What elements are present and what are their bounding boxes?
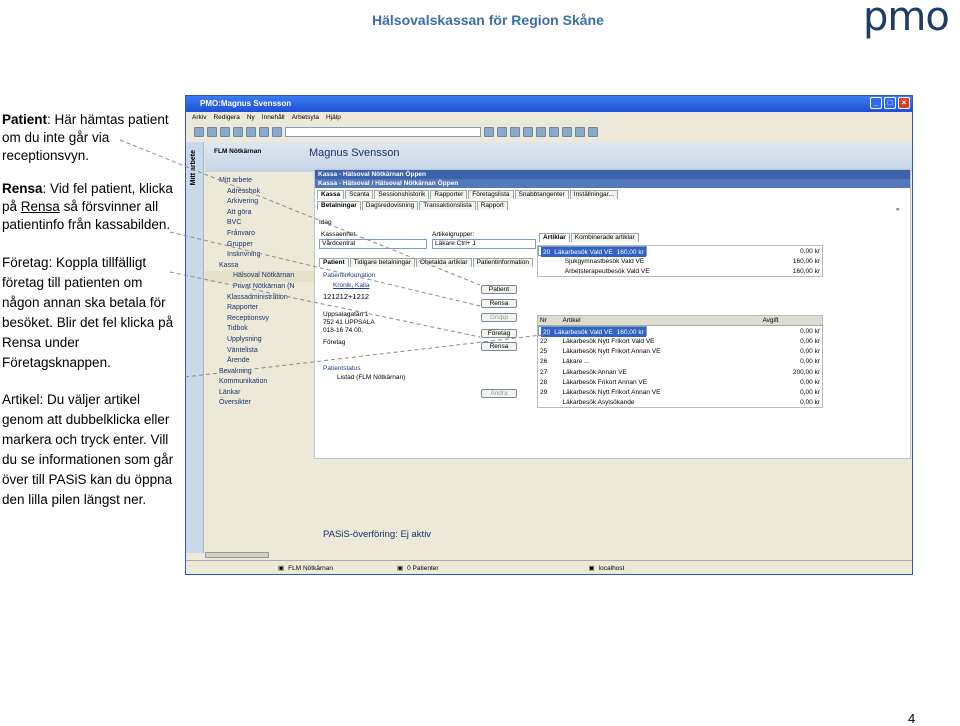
callout-line-rensa <box>169 231 481 307</box>
callout-lines <box>119 139 551 378</box>
callout-line-artikel <box>184 333 551 378</box>
callout-line-foretag <box>169 271 481 338</box>
